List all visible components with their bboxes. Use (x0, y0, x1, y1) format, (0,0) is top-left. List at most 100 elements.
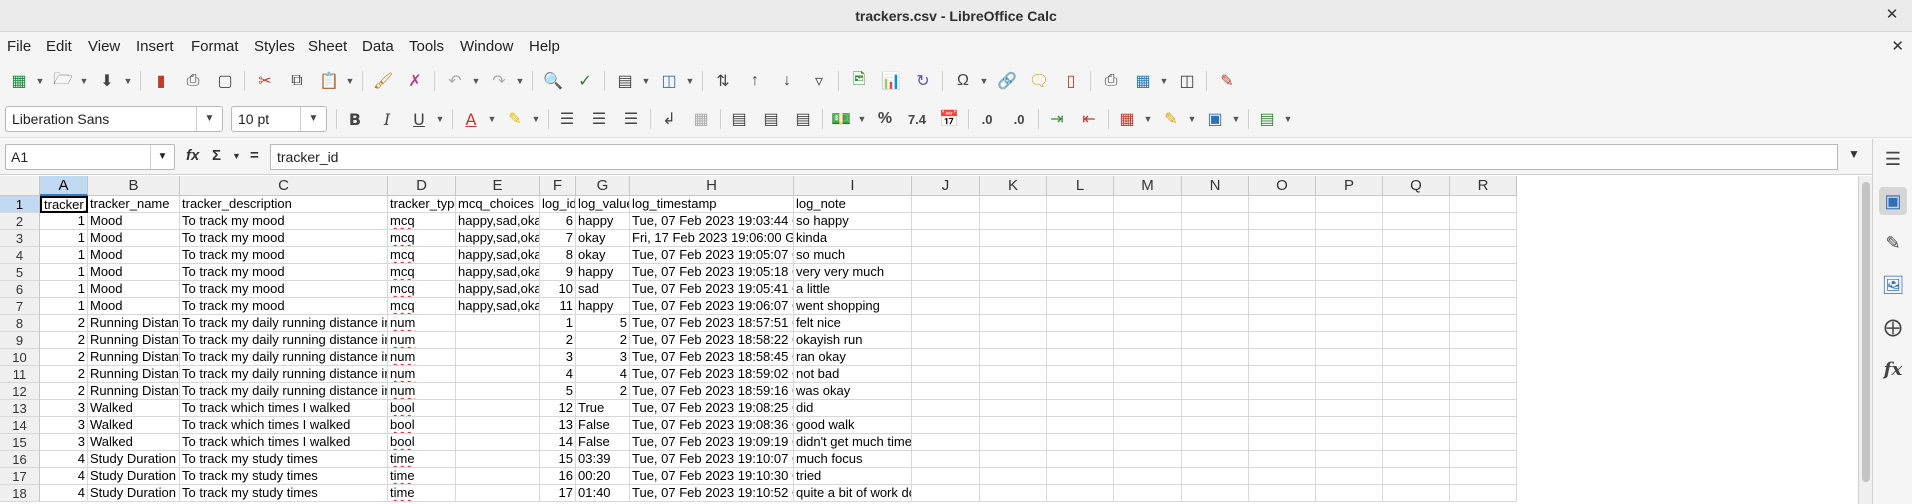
table-cell[interactable] (1047, 485, 1114, 502)
table-cell[interactable]: Mood (88, 247, 180, 264)
menu-view[interactable]: View (88, 38, 120, 55)
column-header-o[interactable]: O (1249, 176, 1316, 196)
table-cell[interactable] (1249, 383, 1316, 400)
table-cell[interactable]: False (576, 434, 630, 451)
table-cell[interactable] (1316, 400, 1383, 417)
table-cell[interactable] (1383, 281, 1450, 298)
table-cell[interactable] (1249, 315, 1316, 332)
table-cell[interactable] (1047, 281, 1114, 298)
table-cell[interactable] (912, 315, 980, 332)
save-dropdown-icon[interactable]: ▼ (122, 69, 134, 93)
table-cell[interactable] (1450, 230, 1517, 247)
table-cell[interactable] (1249, 332, 1316, 349)
table-cell[interactable]: much focus (794, 451, 912, 468)
table-cell[interactable]: To track my daily running distance in km… (180, 349, 388, 366)
table-cell[interactable]: Mood (88, 298, 180, 315)
table-cell[interactable] (1182, 230, 1249, 247)
menu-file[interactable]: File (7, 38, 31, 55)
table-cell[interactable] (1182, 247, 1249, 264)
table-cell[interactable] (912, 451, 980, 468)
currency-dropdown-icon[interactable]: ▼ (856, 107, 868, 131)
table-cell[interactable]: 2 (40, 315, 88, 332)
table-cell[interactable] (1114, 332, 1182, 349)
table-cell[interactable]: To track my mood (180, 230, 388, 247)
menu-help[interactable]: Help (529, 38, 560, 55)
table-cell[interactable] (1383, 434, 1450, 451)
menu-edit[interactable]: Edit (46, 38, 72, 55)
table-cell[interactable] (912, 400, 980, 417)
table-cell[interactable]: so much (794, 247, 912, 264)
table-cell[interactable]: Running Distance (88, 366, 180, 383)
table-cell[interactable] (1114, 485, 1182, 502)
table-cell[interactable] (1249, 417, 1316, 434)
border-color-icon[interactable]: ▣ (1202, 107, 1228, 131)
table-cell[interactable]: To track my mood (180, 281, 388, 298)
menu-window[interactable]: Window (460, 38, 513, 55)
paste-dropdown-icon[interactable]: ▼ (344, 69, 356, 93)
table-cell[interactable] (456, 400, 540, 417)
table-cell[interactable] (1182, 213, 1249, 230)
table-cell[interactable] (912, 434, 980, 451)
table-cell[interactable] (1316, 468, 1383, 485)
table-cell[interactable]: 2 (40, 366, 88, 383)
table-cell[interactable]: To track my mood (180, 264, 388, 281)
chevron-down-icon[interactable]: ▼ (300, 107, 326, 131)
table-cell[interactable]: Tue, 07 Feb 2023 19:05:18 GMT (630, 264, 794, 281)
table-cell[interactable]: 1 (40, 247, 88, 264)
table-cell[interactable]: 1 (40, 281, 88, 298)
table-cell[interactable]: To track my study times (180, 451, 388, 468)
select-all-corner[interactable] (0, 176, 40, 196)
table-cell[interactable] (1383, 383, 1450, 400)
table-cell[interactable] (980, 434, 1047, 451)
table-cell[interactable] (980, 366, 1047, 383)
percent-format-icon[interactable]: % (872, 107, 898, 131)
header-cell[interactable] (1383, 196, 1450, 213)
table-cell[interactable] (1249, 264, 1316, 281)
table-cell[interactable] (1316, 213, 1383, 230)
row-header[interactable]: 4 (0, 247, 40, 264)
table-cell[interactable] (1114, 349, 1182, 366)
table-cell[interactable] (1316, 383, 1383, 400)
table-cell[interactable] (1316, 434, 1383, 451)
border-style-dropdown-icon[interactable]: ▼ (1186, 107, 1198, 131)
table-cell[interactable]: felt nice (794, 315, 912, 332)
table-cell[interactable]: To track my daily running distance in km… (180, 383, 388, 400)
table-cell[interactable]: 12 (540, 400, 576, 417)
wrap-text-icon[interactable]: ↲ (656, 107, 682, 131)
sum-dropdown-icon[interactable]: ▼ (232, 151, 241, 161)
font-color-icon[interactable]: A (458, 107, 484, 131)
table-cell[interactable]: Tue, 07 Feb 2023 18:58:45 GMT (630, 349, 794, 366)
table-cell[interactable]: not bad (794, 366, 912, 383)
conditional-format-icon[interactable]: ▤ (1254, 107, 1280, 131)
table-cell[interactable] (912, 332, 980, 349)
table-cell[interactable] (1383, 451, 1450, 468)
table-cell[interactable]: 3 (576, 349, 630, 366)
header-cell[interactable]: log_value (576, 196, 630, 213)
table-cell[interactable] (1182, 400, 1249, 417)
table-cell[interactable]: bool (388, 434, 456, 451)
table-cell[interactable] (456, 349, 540, 366)
header-cell[interactable]: log_id (540, 196, 576, 213)
table-cell[interactable]: 3 (40, 417, 88, 434)
column-header-m[interactable]: M (1114, 176, 1182, 196)
headers-footers-icon[interactable]: ▯ (1058, 69, 1084, 93)
functions-icon[interactable]: fx (1879, 355, 1907, 383)
styles-icon[interactable]: ✎ (1879, 229, 1907, 257)
show-draw-functions-icon[interactable]: ✎ (1214, 69, 1240, 93)
menu-tools[interactable]: Tools (409, 38, 444, 55)
table-cell[interactable] (1114, 468, 1182, 485)
table-cell[interactable] (1383, 485, 1450, 502)
table-cell[interactable] (980, 298, 1047, 315)
table-cell[interactable]: num (388, 383, 456, 400)
clone-formatting-icon[interactable]: 🖌 (370, 69, 396, 93)
find-replace-icon[interactable]: 🔍 (540, 69, 566, 93)
table-cell[interactable] (1383, 298, 1450, 315)
table-cell[interactable] (912, 366, 980, 383)
table-cell[interactable]: To track which times I walked (180, 434, 388, 451)
column-header-e[interactable]: E (456, 176, 540, 196)
table-cell[interactable]: Tue, 07 Feb 2023 19:10:52 GMT (630, 485, 794, 502)
open-folder-icon[interactable]: 🗁 (50, 69, 76, 93)
row-header[interactable]: 5 (0, 264, 40, 281)
expand-formula-bar-icon[interactable]: ▼ (1848, 147, 1860, 161)
table-cell[interactable] (456, 434, 540, 451)
